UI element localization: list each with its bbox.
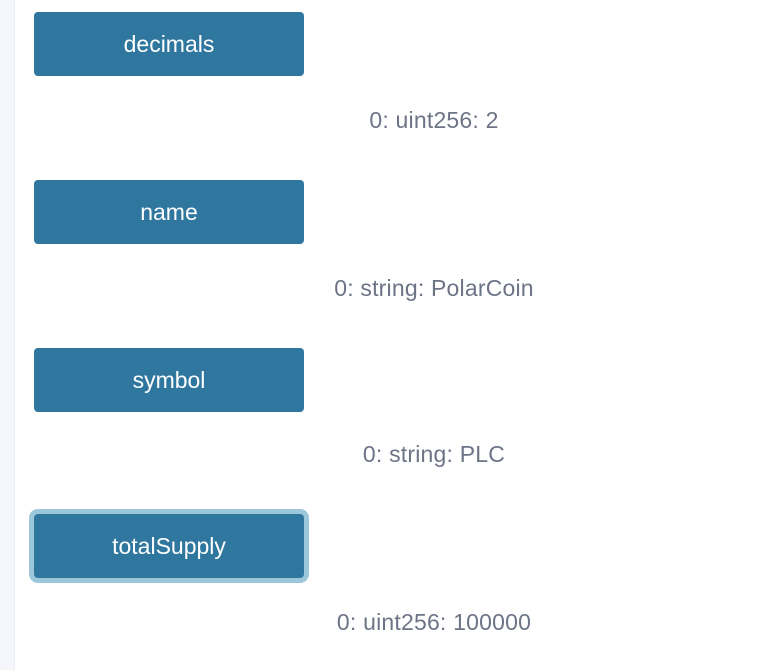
- left-rail: [0, 0, 15, 670]
- symbol-button[interactable]: symbol: [34, 348, 304, 412]
- name-button[interactable]: name: [34, 180, 304, 244]
- totalsupply-button[interactable]: totalSupply: [34, 514, 304, 578]
- totalsupply-result: 0: uint256: 100000: [336, 609, 532, 635]
- symbol-result: 0: string: PLC: [362, 441, 506, 467]
- decimals-button[interactable]: decimals: [34, 12, 304, 76]
- decimals-result: 0: uint256: 2: [369, 107, 499, 133]
- name-result: 0: string: PolarCoin: [334, 275, 534, 301]
